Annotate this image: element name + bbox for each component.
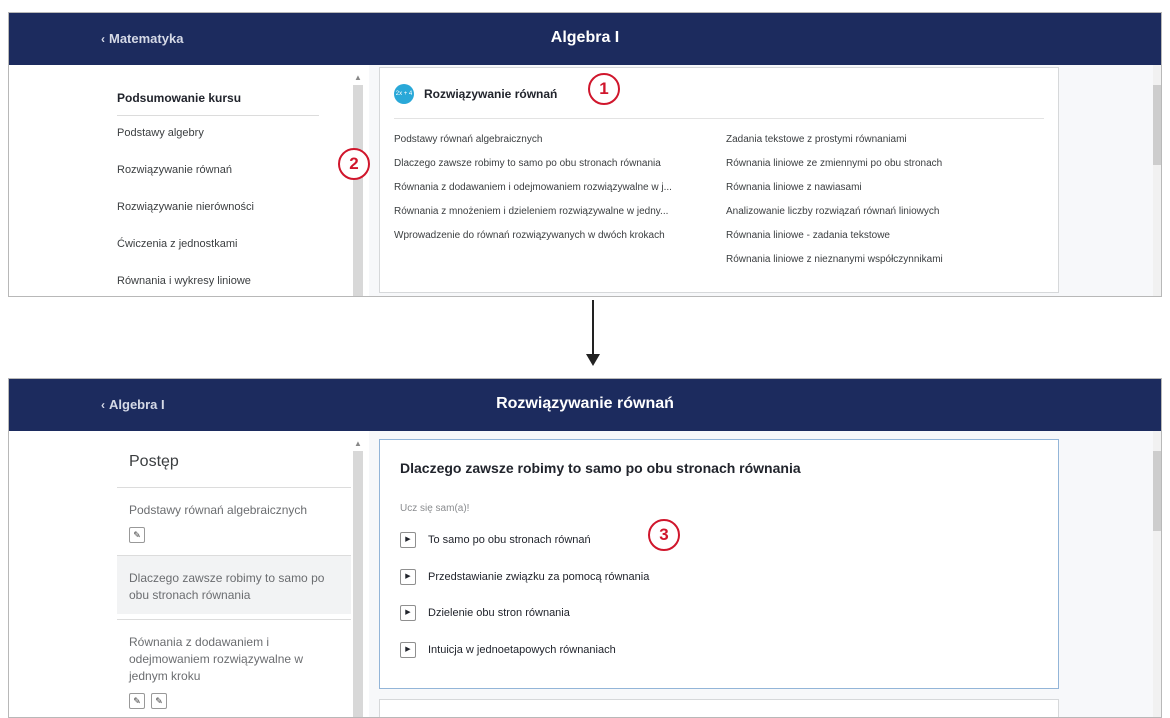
play-icon: ▶ [400,605,416,621]
play-icon: ▶ [400,642,416,658]
lesson-title[interactable]: Dlaczego zawsze robimy to samo po obu st… [400,460,801,476]
video-item[interactable]: ▶ To samo po obu stronach równań [400,532,591,548]
pencil-icon[interactable]: ✎ [129,527,145,543]
scrollbar-thumb[interactable] [1153,451,1161,531]
progress-item-label: Równania z dodawaniem i odejmowaniem roz… [129,635,304,683]
progress-item-label: Podstawy równań algebraicznych [129,503,308,517]
unit-body: Postęp Podstawy równań algebraicznych ✎ … [9,431,1161,717]
sidebar-item-algebra-basics[interactable]: Podstawy algebry [117,127,204,139]
sidebar-item-course-summary[interactable]: Podsumowanie kursu [117,91,241,105]
unit-card: 2x + 4 Rozwiązywanie równań Podstawy rów… [379,67,1059,293]
top-navigation-bar: ‹ Algebra I Rozwiązywanie równań [9,379,1161,431]
unit-page-screenshot: ‹ Algebra I Rozwiązywanie równań Postęp … [8,378,1162,718]
sidebar-item-solving-equations[interactable]: Rozwiązywanie równań [117,164,232,176]
scrollbar-thumb[interactable] [1153,85,1161,165]
progress-item-active[interactable]: Dlaczego zawsze robimy to samo po obu st… [117,555,351,614]
page-title: Rozwiązywanie równań [496,395,674,412]
arrow-down-icon [592,300,594,356]
video-item[interactable]: ▶ Intuicja w jednoetapowych równaniach [400,642,616,658]
unit-title-link[interactable]: Rozwiązywanie równań [424,87,557,101]
page-title: Algebra I [550,29,620,46]
sidebar-scrollbar[interactable] [353,85,363,296]
lesson-link[interactable]: Równania liniowe - zadania tekstowe [726,230,890,241]
course-body: Podsumowanie kursu Podstawy algebry Rozw… [9,65,1161,296]
arrow-head-icon [586,354,600,366]
play-icon: ▶ [400,569,416,585]
scroll-up-arrow-icon[interactable]: ▲ [354,73,362,82]
video-label: Dzielenie obu stron równania [428,607,570,619]
progress-sidebar: Postęp Podstawy równań algebraicznych ✎ … [9,431,369,717]
video-item[interactable]: ▶ Przedstawianie związku za pomocą równa… [400,569,649,585]
video-label: Przedstawianie związku za pomocą równani… [428,571,650,583]
sidebar-item-units-exercises[interactable]: Ćwiczenia z jednostkami [117,238,237,250]
lesson-link[interactable]: Równania liniowe ze zmiennymi po obu str… [726,158,942,169]
lesson-link[interactable]: Dlaczego zawsze robimy to samo po obu st… [394,158,661,169]
page-scrollbar[interactable] [1153,65,1161,296]
progress-item[interactable]: Równania z dodawaniem i odejmowaniem roz… [117,619,351,717]
sidebar-scrollbar[interactable] [353,451,363,717]
sidebar-item-linear-equations-graphs[interactable]: Równania i wykresy liniowe [117,275,251,287]
callout-number: 1 [588,73,620,105]
next-lesson-card [379,699,1059,717]
lesson-link[interactable]: Równania liniowe z nieznanymi współczynn… [726,254,943,265]
video-item[interactable]: ▶ Dzielenie obu stron równania [400,605,570,621]
lesson-link[interactable]: Analizowanie liczby rozwiązań równań lin… [726,206,939,217]
callout-number: 3 [648,519,680,551]
lesson-card: Dlaczego zawsze robimy to samo po obu st… [379,439,1059,689]
progress-item-label: Dlaczego zawsze robimy to samo po obu st… [129,571,325,602]
progress-title: Postęp [129,453,179,470]
sidebar-item-solving-inequalities[interactable]: Rozwiązywanie nierówności [117,201,254,213]
course-sidebar: Podsumowanie kursu Podstawy algebry Rozw… [9,65,369,296]
unit-icon: 2x + 4 [394,84,414,104]
lesson-link[interactable]: Podstawy równań algebraicznych [394,134,542,145]
lesson-link[interactable]: Równania z mnożeniem i dzieleniem rozwią… [394,206,668,217]
callout-number: 2 [338,148,370,180]
lesson-link[interactable]: Równania liniowe z nawiasami [726,182,862,193]
video-label: Intuicja w jednoetapowych równaniach [428,644,616,656]
lesson-link[interactable]: Równania z dodawaniem i odejmowaniem roz… [394,182,672,193]
scroll-up-arrow-icon[interactable]: ▲ [354,439,362,448]
pencil-icon[interactable]: ✎ [151,693,167,709]
page-scrollbar[interactable] [1153,431,1161,717]
lesson-subtitle: Ucz się sam(a)! [400,503,470,514]
course-page-screenshot: ‹ Matematyka Algebra I Podsumowanie kurs… [8,12,1162,297]
progress-item[interactable]: Podstawy równań algebraicznych ✎ [117,487,351,553]
card-divider [394,118,1044,119]
lesson-link[interactable]: Zadania tekstowe z prostymi równaniami [726,134,907,145]
pencil-icon[interactable]: ✎ [129,693,145,709]
video-label: To samo po obu stronach równań [428,534,591,546]
play-icon: ▶ [400,532,416,548]
lesson-link[interactable]: Wprowadzenie do równań rozwiązywanych w … [394,230,665,241]
top-navigation-bar: ‹ Matematyka Algebra I [9,13,1161,65]
sidebar-divider [117,115,319,116]
